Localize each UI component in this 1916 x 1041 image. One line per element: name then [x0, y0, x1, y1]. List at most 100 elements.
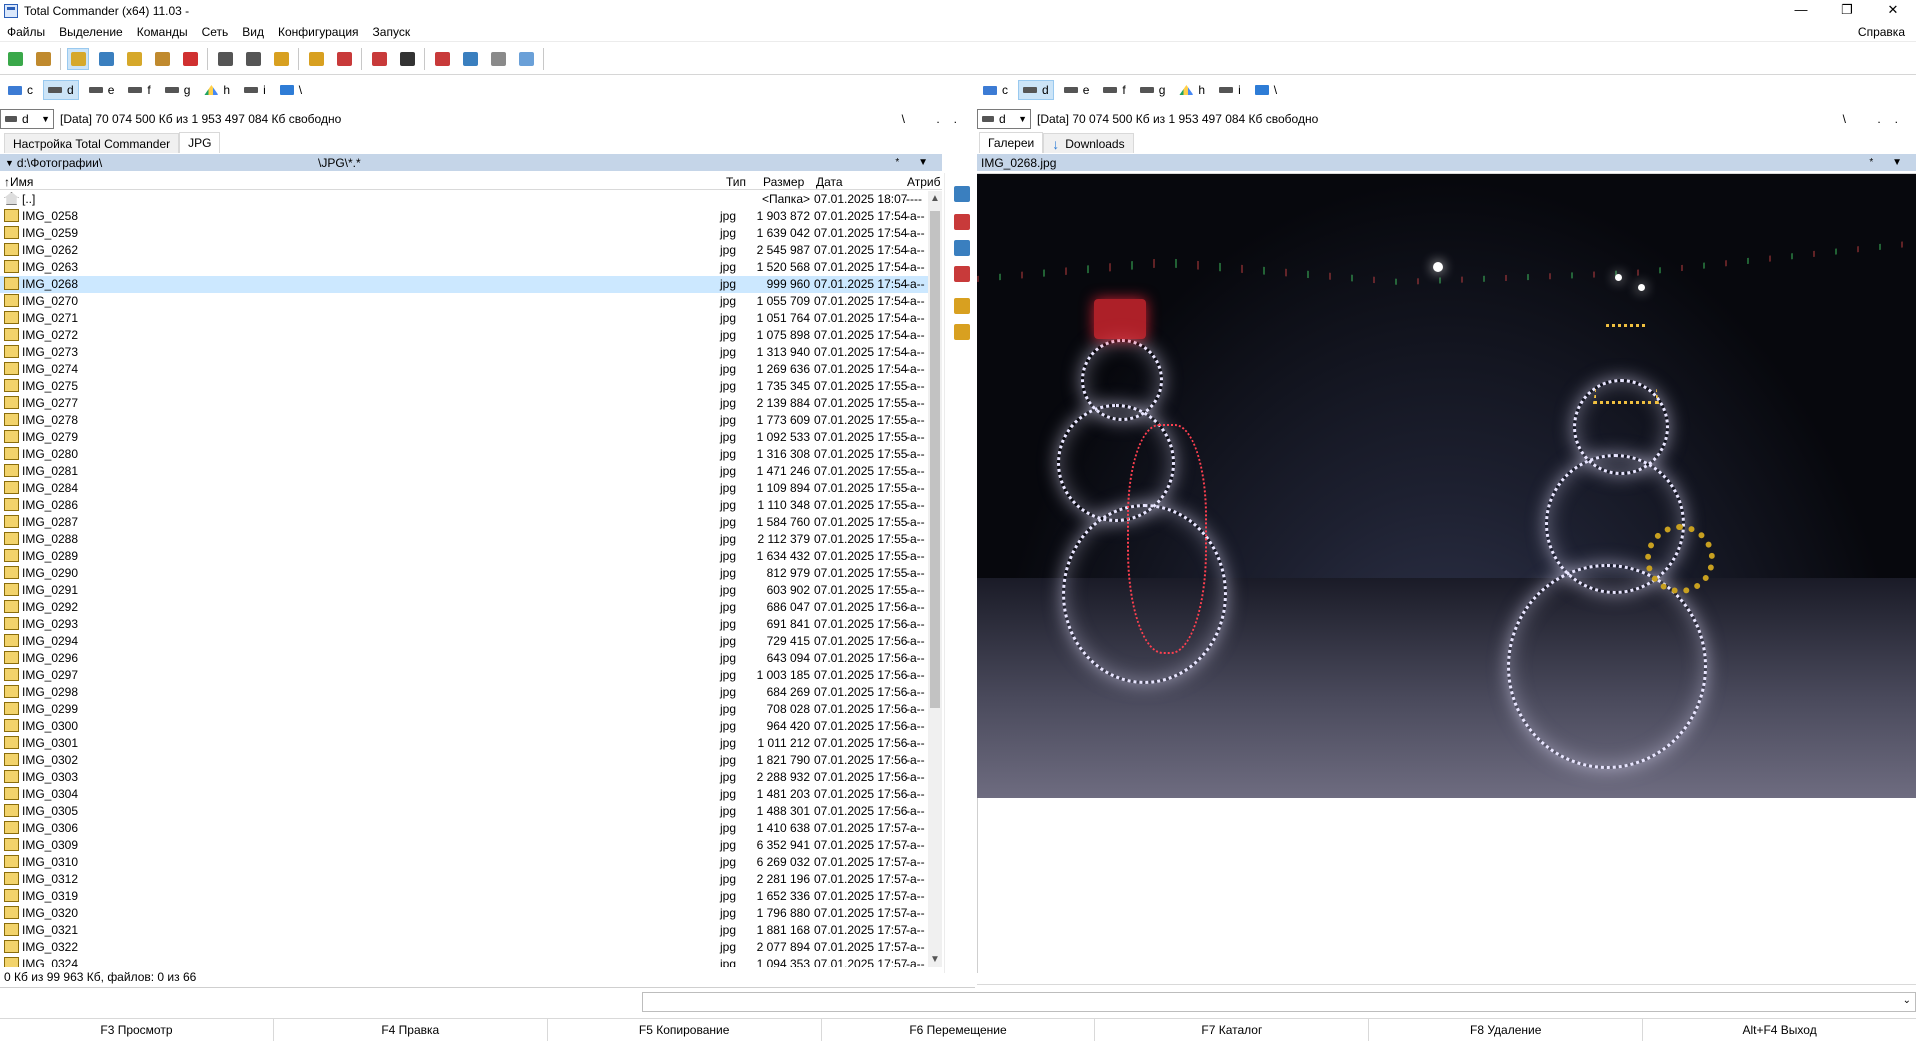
file-row[interactable]: IMG_0312 jpg 2 281 196 07.01.2025 17:57 -a-- — [0, 871, 928, 888]
tab-jpg[interactable]: JPG — [179, 132, 221, 153]
close-button[interactable]: ✕ — [1870, 0, 1916, 22]
col-size[interactable]: Размер — [763, 175, 804, 189]
notepad-button[interactable] — [515, 48, 537, 70]
minimize-button[interactable]: — — [1778, 0, 1824, 22]
file-row[interactable]: IMG_0298 jpg 684 269 07.01.2025 17:56 -a-- — [0, 684, 928, 701]
menu-selection[interactable]: Выделение — [52, 25, 130, 39]
left-drive-c-button[interactable]: c — [4, 80, 37, 100]
file-row[interactable]: IMG_0296 jpg 643 094 07.01.2025 17:56 -a-- — [0, 650, 928, 667]
menu-configuration[interactable]: Конфигурация — [271, 25, 366, 39]
forward-button[interactable] — [242, 48, 264, 70]
copy-names-button[interactable] — [487, 48, 509, 70]
file-row[interactable]: IMG_0305 jpg 1 488 301 07.01.2025 17:56 -a-- — [0, 803, 928, 820]
tab-downloads[interactable]: ↓ Downloads — [1043, 133, 1134, 153]
multi-rename-button[interactable] — [431, 48, 453, 70]
file-row[interactable]: IMG_0259 jpg 1 639 042 07.01.2025 17:54 -a-- — [0, 225, 928, 242]
tab-tc-settings[interactable]: Настройка Total Commander — [4, 133, 180, 153]
file-row[interactable]: IMG_0288 jpg 2 112 379 07.01.2025 17:55 -a-- — [0, 531, 928, 548]
exit-button[interactable]: Alt+F4 Выход — [1643, 1019, 1916, 1041]
file-row[interactable]: IMG_0287 jpg 1 584 760 07.01.2025 17:55 -a-- — [0, 514, 928, 531]
sync-dirs-button[interactable] — [151, 48, 173, 70]
file-row[interactable]: IMG_0270 jpg 1 055 709 07.01.2025 17:54 -a-- — [0, 293, 928, 310]
file-row[interactable]: IMG_0268 jpg 999 960 07.01.2025 17:54 -a-- — [0, 276, 928, 293]
file-row[interactable]: IMG_0273 jpg 1 313 940 07.01.2025 17:54 -a-- — [0, 344, 928, 361]
file-row[interactable]: IMG_0324 jpg 1 094 353 07.01.2025 17:57 -a-- — [0, 956, 928, 967]
f3-view-button[interactable]: F3 Просмотр — [0, 1019, 274, 1041]
right-path-flags[interactable]: * ▼ — [1869, 157, 1910, 168]
chevron-down-icon[interactable]: ⌄ — [1903, 995, 1911, 1006]
col-date[interactable]: Дата — [816, 175, 843, 189]
file-row[interactable]: IMG_0310 jpg 6 269 032 07.01.2025 17:57 -a-- — [0, 854, 928, 871]
col-ext[interactable]: Тип — [726, 175, 746, 189]
right-drive-i-button[interactable]: i — [1215, 80, 1245, 100]
right-drive-e-button[interactable]: e — [1060, 80, 1094, 100]
tree-view-button[interactable] — [67, 47, 89, 70]
file-list-scrollbar[interactable]: ▲ ▼ — [928, 191, 942, 967]
file-row[interactable]: IMG_0278 jpg 1 773 609 07.01.2025 17:55 -a-- — [0, 412, 928, 429]
file-row[interactable]: IMG_0280 jpg 1 316 308 07.01.2025 17:55 -a-- — [0, 446, 928, 463]
thumbnails-button[interactable] — [95, 48, 117, 70]
file-row[interactable]: IMG_0306 jpg 1 410 638 07.01.2025 17:57 -a-- — [0, 820, 928, 837]
menu-files[interactable]: Файлы — [0, 25, 52, 39]
scroll-thumb[interactable] — [930, 211, 940, 708]
left-drive-root-button[interactable]: \ — [276, 80, 306, 100]
col-name[interactable]: ↑Имя — [4, 175, 33, 189]
invert-selection-button[interactable] — [123, 48, 145, 70]
parent-dir-row[interactable]: [..] <Папка> 07.01.2025 18:07 ---- — [0, 191, 928, 208]
file-row[interactable]: IMG_0275 jpg 1 735 345 07.01.2025 17:55 -a-- — [0, 378, 928, 395]
left-drive-e-button[interactable]: e — [85, 80, 119, 100]
file-row[interactable]: IMG_0320 jpg 1 796 880 07.01.2025 17:57 -a-- — [0, 905, 928, 922]
left-drive-g-button[interactable]: g — [161, 80, 195, 100]
right-drive-f-button[interactable]: f — [1099, 80, 1129, 100]
edit-icon[interactable] — [954, 214, 970, 230]
file-row[interactable]: IMG_0309 jpg 6 352 941 07.01.2025 17:57 -a-- — [0, 837, 928, 854]
menu-start[interactable]: Запуск — [366, 25, 418, 39]
right-drive-c-button[interactable]: c — [979, 80, 1012, 100]
tab-galleries[interactable]: Галереи — [979, 132, 1044, 153]
file-row[interactable]: IMG_0284 jpg 1 109 894 07.01.2025 17:55 -a-- — [0, 480, 928, 497]
file-row[interactable]: IMG_0289 jpg 1 634 432 07.01.2025 17:55 -a-- — [0, 548, 928, 565]
file-row[interactable]: IMG_0300 jpg 964 420 07.01.2025 17:56 -a-- — [0, 718, 928, 735]
menu-commands[interactable]: Команды — [130, 25, 195, 39]
file-row[interactable]: IMG_0281 jpg 1 471 246 07.01.2025 17:55 -a-- — [0, 463, 928, 480]
ftp-connect-button[interactable] — [333, 48, 355, 70]
f8-delete-button[interactable]: F8 Удаление — [1369, 1019, 1644, 1041]
new-folder-icon[interactable] — [954, 324, 970, 340]
file-row[interactable]: IMG_0279 jpg 1 092 533 07.01.2025 17:55 -a-- — [0, 429, 928, 446]
file-row[interactable]: IMG_0293 jpg 691 841 07.01.2025 17:56 -a-- — [0, 616, 928, 633]
file-row[interactable]: IMG_0277 jpg 2 139 884 07.01.2025 17:55 -a-- — [0, 395, 928, 412]
scroll-down-icon[interactable]: ▼ — [928, 954, 942, 965]
menu-help[interactable]: Справка — [1851, 25, 1912, 39]
left-path-flags[interactable]: * ▼ — [895, 157, 936, 168]
back-button[interactable] — [214, 48, 236, 70]
file-row[interactable]: IMG_0262 jpg 2 545 987 07.01.2025 17:54 -a-- — [0, 242, 928, 259]
right-drive-root-button[interactable]: \ — [1251, 80, 1281, 100]
left-path-bar[interactable]: ▼ d:\Фотографии\ \JPG\*.* * ▼ — [0, 154, 942, 171]
col-attr[interactable]: Атриб — [907, 175, 941, 189]
move-icon[interactable] — [954, 266, 970, 282]
left-drive-h-button[interactable]: h — [200, 80, 234, 100]
command-line-input[interactable]: ⌄ — [642, 992, 1916, 1012]
file-row[interactable]: IMG_0302 jpg 1 821 790 07.01.2025 17:56 -a-- — [0, 752, 928, 769]
file-row[interactable]: IMG_0286 jpg 1 110 348 07.01.2025 17:55 -a-- — [0, 497, 928, 514]
left-drive-d-button[interactable]: d — [43, 80, 79, 100]
file-row[interactable]: IMG_0263 jpg 1 520 568 07.01.2025 17:54 -a-- — [0, 259, 928, 276]
right-path-bar[interactable]: IMG_0268.jpg * ▼ — [977, 154, 1916, 171]
left-root-parent-buttons[interactable]: \ .. — [902, 112, 971, 126]
file-row[interactable]: IMG_0274 jpg 1 269 636 07.01.2025 17:54 -a-- — [0, 361, 928, 378]
unpack-archive-button[interactable] — [305, 48, 327, 70]
file-row[interactable]: IMG_0292 jpg 686 047 07.01.2025 17:56 -a-- — [0, 599, 928, 616]
file-row[interactable]: IMG_0291 jpg 603 902 07.01.2025 17:55 -a-- — [0, 582, 928, 599]
unpack-button[interactable] — [179, 48, 201, 70]
refresh-button[interactable] — [4, 48, 26, 70]
find-button[interactable] — [396, 48, 418, 70]
file-row[interactable]: IMG_0304 jpg 1 481 203 07.01.2025 17:56 -a-- — [0, 786, 928, 803]
file-row[interactable]: IMG_0271 jpg 1 051 764 07.01.2025 17:54 -a-- — [0, 310, 928, 327]
left-drive-i-button[interactable]: i — [240, 80, 270, 100]
right-drive-h-button[interactable]: h — [1175, 80, 1209, 100]
pack-icon[interactable] — [954, 298, 970, 314]
f7-mkdir-button[interactable]: F7 Каталог — [1095, 1019, 1370, 1041]
left-drive-f-button[interactable]: f — [124, 80, 154, 100]
menu-network[interactable]: Сеть — [195, 25, 236, 39]
right-drive-select[interactable]: d ▼ — [977, 109, 1031, 129]
